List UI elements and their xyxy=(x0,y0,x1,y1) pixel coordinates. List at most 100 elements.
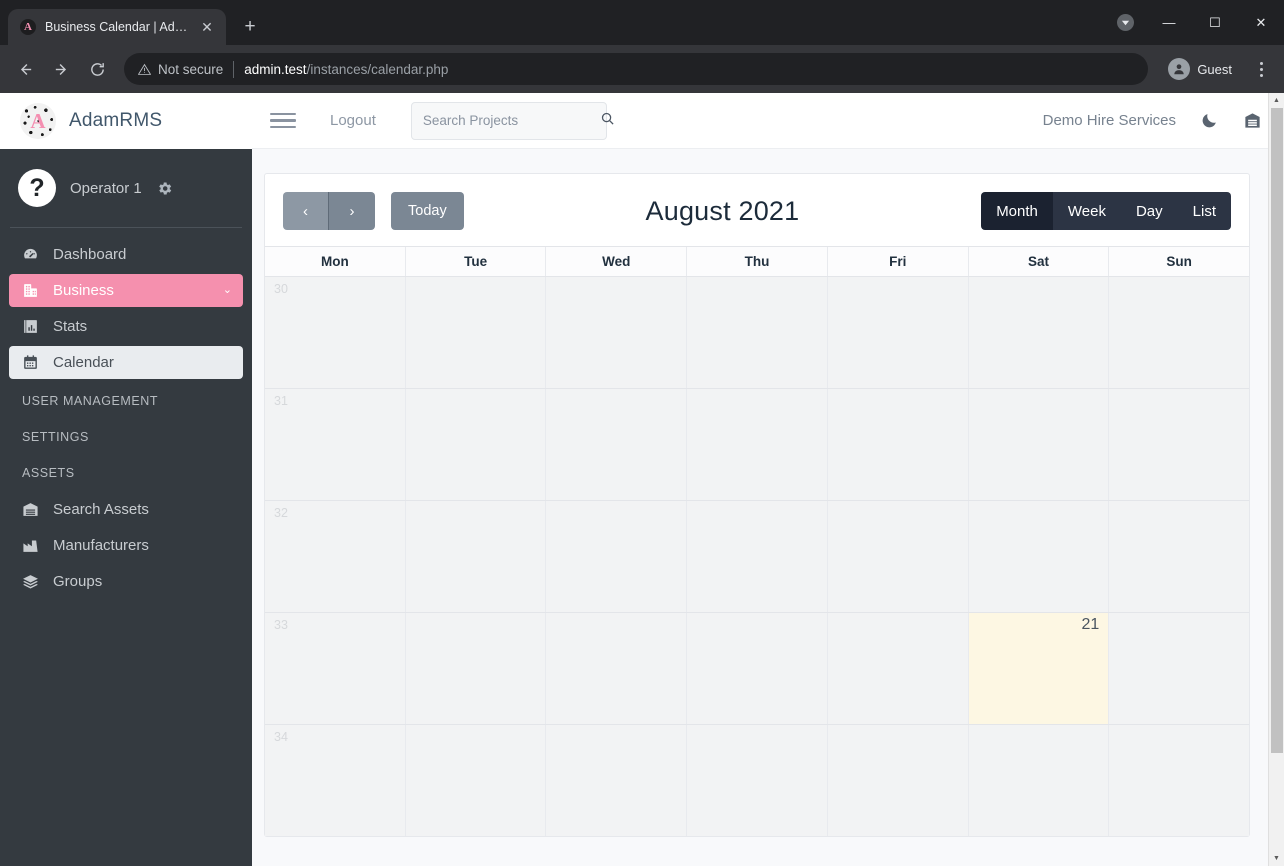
gear-icon[interactable] xyxy=(156,180,173,197)
day-header-tue: Tue xyxy=(406,247,547,276)
calendar-day-cell[interactable] xyxy=(827,389,969,500)
calendar-day-cell[interactable] xyxy=(546,613,688,724)
brand-logo-link[interactable]: A AdamRMS xyxy=(0,93,252,149)
forward-arrow-icon[interactable] xyxy=(44,52,78,86)
sidebar-item-business[interactable]: Business ⌄ xyxy=(9,274,243,307)
sidebar-item-groups[interactable]: Groups xyxy=(9,565,243,598)
calendar-day-cell[interactable] xyxy=(405,725,547,836)
scroll-down-icon[interactable]: ▼ xyxy=(1269,851,1284,866)
sidebar: A AdamRMS ? Operator 1 Dashboard Busines… xyxy=(0,93,252,866)
sidebar-item-label: Dashboard xyxy=(53,246,127,263)
new-tab-button[interactable]: + xyxy=(236,13,264,41)
hamburger-icon[interactable] xyxy=(270,108,296,134)
browser-tab[interactable]: A Business Calendar | AdamRMS ✕ xyxy=(8,9,226,45)
day-header-wed: Wed xyxy=(546,247,688,276)
calendar-day-cell[interactable] xyxy=(405,277,547,388)
day-header-thu: Thu xyxy=(687,247,828,276)
calendar-day-cell[interactable] xyxy=(687,277,828,388)
calendar-day-cell[interactable] xyxy=(827,501,969,612)
calendar-day-cell[interactable] xyxy=(968,389,1110,500)
calendar-day-cell[interactable] xyxy=(687,613,828,724)
view-month-button[interactable]: Month xyxy=(981,192,1053,230)
not-secure-indicator[interactable]: Not secure xyxy=(138,62,223,77)
calendar-day-cell[interactable] xyxy=(546,501,688,612)
calendar-day-cell[interactable] xyxy=(687,389,828,500)
page-scrollbar[interactable]: ▲ ▼ xyxy=(1268,93,1284,866)
sidebar-item-search-assets[interactable]: Search Assets xyxy=(9,493,243,526)
scrollbar-thumb[interactable] xyxy=(1271,108,1283,753)
calendar-day-cell[interactable] xyxy=(827,277,969,388)
warehouse-icon xyxy=(20,501,40,518)
week-number: 32 xyxy=(274,506,288,520)
calendar-toolbar: ‹ › Today August 2021 Month Week Day Lis… xyxy=(265,192,1249,246)
back-arrow-icon[interactable] xyxy=(8,52,42,86)
calendar-day-cell[interactable] xyxy=(1109,389,1250,500)
calendar-body: 30 31 32 33 21 34 xyxy=(265,276,1250,836)
org-name[interactable]: Demo Hire Services xyxy=(1043,112,1176,129)
day-header-fri: Fri xyxy=(828,247,969,276)
sidebar-item-stats[interactable]: Stats xyxy=(9,310,243,343)
sidebar-item-label: Manufacturers xyxy=(53,537,149,554)
close-window-button[interactable]: ✕ xyxy=(1238,0,1284,45)
day-header-sun: Sun xyxy=(1166,254,1192,269)
calendar-day-cell[interactable] xyxy=(1109,501,1250,612)
tab-strip: A Business Calendar | AdamRMS ✕ + — ☐ ✕ xyxy=(0,0,1284,45)
address-bar[interactable]: Not secure admin.test/instances/calendar… xyxy=(124,53,1149,85)
calendar-day-cell[interactable] xyxy=(687,725,828,836)
search-projects-box[interactable] xyxy=(410,101,614,140)
maximize-button[interactable]: ☐ xyxy=(1192,0,1238,45)
view-day-button[interactable]: Day xyxy=(1120,192,1178,230)
warning-triangle-icon xyxy=(138,63,151,75)
profile-label: Guest xyxy=(1197,61,1232,77)
view-week-button[interactable]: Week xyxy=(1052,192,1121,230)
moon-icon[interactable] xyxy=(1200,111,1219,130)
browser-menu-icon[interactable] xyxy=(1246,52,1276,86)
day-header-mon: Mon xyxy=(265,247,406,276)
adamrms-logo-icon: A xyxy=(20,103,56,139)
calendar-day-cell[interactable] xyxy=(546,277,688,388)
calendar-day-cell[interactable] xyxy=(405,389,547,500)
calendar-day-cell[interactable] xyxy=(827,725,969,836)
calendar-day-cell[interactable] xyxy=(546,389,688,500)
calendar-day-cell-today[interactable]: 21 xyxy=(968,613,1110,724)
calendar-day-cell[interactable] xyxy=(546,725,688,836)
logout-link[interactable]: Logout xyxy=(330,112,376,129)
view-list-button[interactable]: List xyxy=(1177,192,1231,230)
layers-icon xyxy=(20,573,40,590)
sidebar-item-calendar[interactable]: Calendar xyxy=(9,346,243,379)
chevron-down-icon[interactable] xyxy=(1117,14,1134,31)
page-viewport: A AdamRMS ? Operator 1 Dashboard Busines… xyxy=(0,93,1284,866)
calendar-day-cell[interactable] xyxy=(968,501,1110,612)
calendar-title: August 2021 xyxy=(645,195,800,226)
topbar-right: Demo Hire Services xyxy=(1043,111,1262,130)
calendar-day-cell[interactable] xyxy=(405,501,547,612)
url-path: /instances/calendar.php xyxy=(306,61,449,77)
scroll-up-icon[interactable]: ▲ xyxy=(1269,93,1284,108)
next-month-button[interactable]: › xyxy=(329,192,375,230)
tab-favicon-icon: A xyxy=(20,19,36,35)
today-button[interactable]: Today xyxy=(391,192,464,230)
calendar-day-cell[interactable] xyxy=(827,613,969,724)
calendar-day-cell[interactable] xyxy=(1109,277,1250,388)
calendar-day-cell[interactable] xyxy=(1109,725,1250,836)
calendar-day-cell[interactable] xyxy=(1109,613,1250,724)
profile-button[interactable]: Guest xyxy=(1162,53,1244,85)
close-icon[interactable]: ✕ xyxy=(198,18,216,36)
minimize-button[interactable]: — xyxy=(1146,0,1192,45)
calendar-day-cell[interactable] xyxy=(968,277,1110,388)
sidebar-item-label: Search Assets xyxy=(53,501,149,518)
search-icon[interactable] xyxy=(600,111,615,131)
sidebar-section-settings: Settings xyxy=(22,430,89,444)
day-header-sat: Sat xyxy=(969,247,1110,276)
search-input[interactable] xyxy=(422,113,600,128)
calendar-day-cell[interactable] xyxy=(405,613,547,724)
calendar-day-cell[interactable] xyxy=(687,501,828,612)
calendar-day-cell[interactable] xyxy=(968,725,1110,836)
warehouse-icon[interactable] xyxy=(1243,111,1262,130)
prev-month-button[interactable]: ‹ xyxy=(283,192,329,230)
sidebar-item-dashboard[interactable]: Dashboard xyxy=(9,238,243,271)
sidebar-item-manufacturers[interactable]: Manufacturers xyxy=(9,529,243,562)
reload-icon[interactable] xyxy=(80,52,114,86)
avatar xyxy=(1168,58,1191,80)
main-content: Logout Demo Hire Services xyxy=(252,93,1284,866)
